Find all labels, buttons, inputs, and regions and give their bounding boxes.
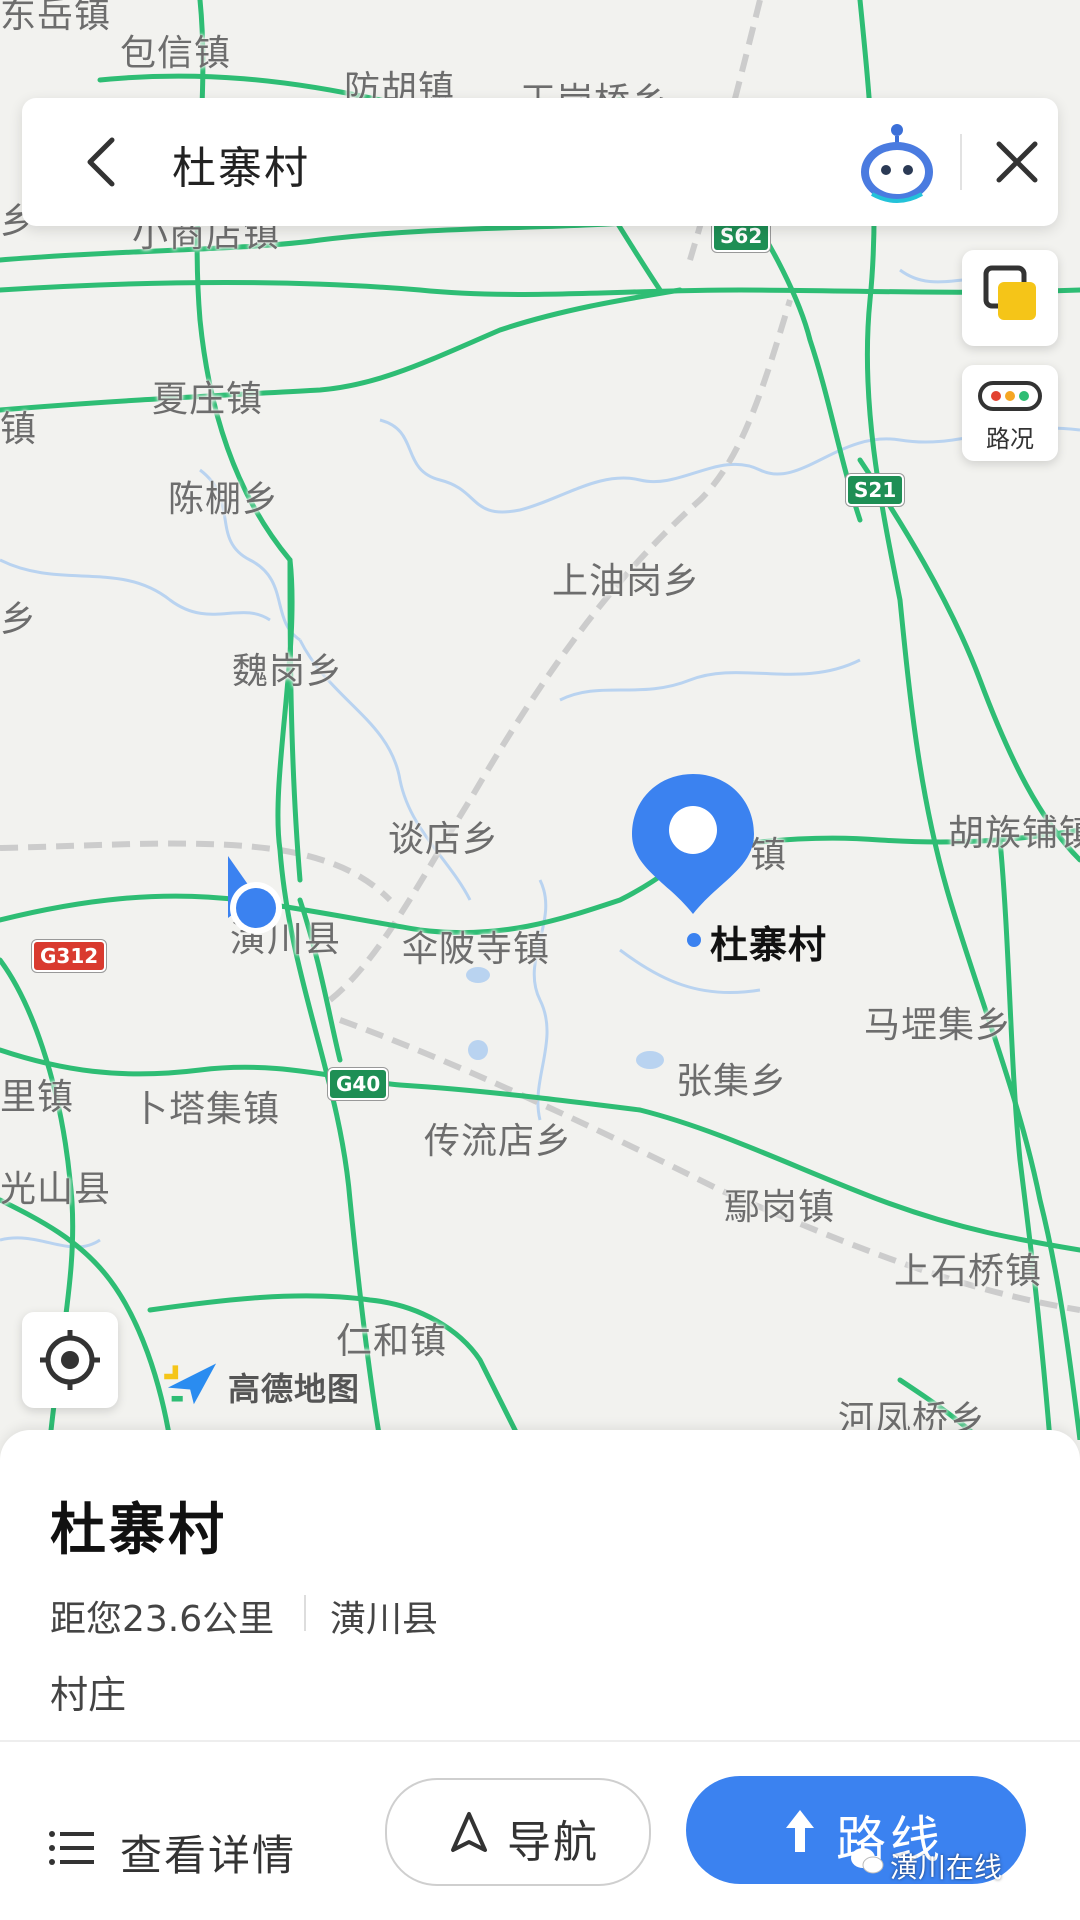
traffic-button[interactable]: 路况 [962, 365, 1058, 461]
destination-dot-icon [687, 933, 701, 947]
view-details-label: 查看详情 [120, 1831, 297, 1880]
search-query[interactable]: 杜寨村 [172, 132, 310, 196]
map-layers-button[interactable] [962, 250, 1058, 346]
sheet-divider [0, 1740, 1080, 1742]
layers-icon [983, 265, 1036, 320]
navigate-button[interactable]: 导航 [385, 1778, 651, 1886]
place-label[interactable]: 卜塔集镇 [132, 1080, 280, 1132]
place-label[interactable]: 上油岗乡 [552, 552, 700, 604]
place-label[interactable]: 张集乡 [676, 1052, 787, 1104]
place-distance: 距您23.6公里 [50, 1599, 275, 1640]
place-label[interactable]: 谈店乡 [388, 810, 499, 862]
info-separator [304, 1595, 306, 1631]
road-shield-g312: G312 [32, 940, 107, 972]
watermark-text: 潢川在线 [890, 1851, 1003, 1884]
list-icon [49, 1831, 94, 1865]
place-county: 潢川县 [330, 1599, 439, 1640]
place-label[interactable]: 里镇 [0, 1068, 74, 1120]
navigate-label: 导航 [507, 1817, 599, 1868]
place-label[interactable]: 伞陂寺镇 [402, 920, 550, 972]
traffic-label: 路况 [986, 425, 1034, 453]
place-title: 杜寨村 [50, 1498, 227, 1563]
destination-label[interactable]: 杜寨村 [710, 914, 827, 969]
search-bar[interactable]: 杜寨村 [22, 98, 1058, 226]
route-arrow-icon [786, 1810, 814, 1852]
navigation-arrow-icon [451, 1812, 487, 1852]
place-label[interactable]: 胡族铺镇 [948, 804, 1080, 856]
search-divider [960, 134, 962, 190]
place-label[interactable]: 乡 [0, 590, 37, 642]
close-icon[interactable] [987, 132, 1047, 192]
place-label[interactable]: 上石桥镇 [894, 1242, 1042, 1294]
place-label[interactable]: 包信镇 [120, 24, 231, 76]
destination-pin-icon[interactable] [628, 770, 758, 920]
wechat-icon [851, 1848, 884, 1874]
place-type: 村庄 [50, 1673, 127, 1717]
back-arrow-icon[interactable] [74, 132, 134, 192]
place-label[interactable]: 东岳镇 [0, 0, 111, 38]
place-label[interactable]: 夏庄镇 [152, 370, 263, 422]
traffic-light-icon [978, 381, 1042, 411]
place-label[interactable]: 光山县 [0, 1160, 111, 1212]
amap-logo-text: 高德地图 [228, 1370, 361, 1408]
crosshair-icon [40, 1330, 100, 1390]
place-label[interactable]: 马堽集乡 [864, 996, 1012, 1048]
locate-me-button[interactable] [22, 1312, 118, 1408]
place-label[interactable]: 传流店乡 [424, 1112, 572, 1164]
place-label[interactable]: 鄢岗镇 [724, 1178, 835, 1230]
place-label[interactable]: 陈棚乡 [168, 470, 279, 522]
assistant-robot-icon[interactable] [852, 116, 942, 206]
place-label[interactable]: 仁和镇 [336, 1312, 447, 1364]
place-label[interactable]: 魏岗乡 [232, 642, 343, 694]
road-shield-s21: S21 [846, 474, 905, 506]
amap-logo-icon [164, 1363, 217, 1405]
place-label[interactable]: 镇 [0, 400, 37, 452]
road-shield-g40: G40 [328, 1068, 389, 1100]
current-location-icon [228, 856, 282, 934]
